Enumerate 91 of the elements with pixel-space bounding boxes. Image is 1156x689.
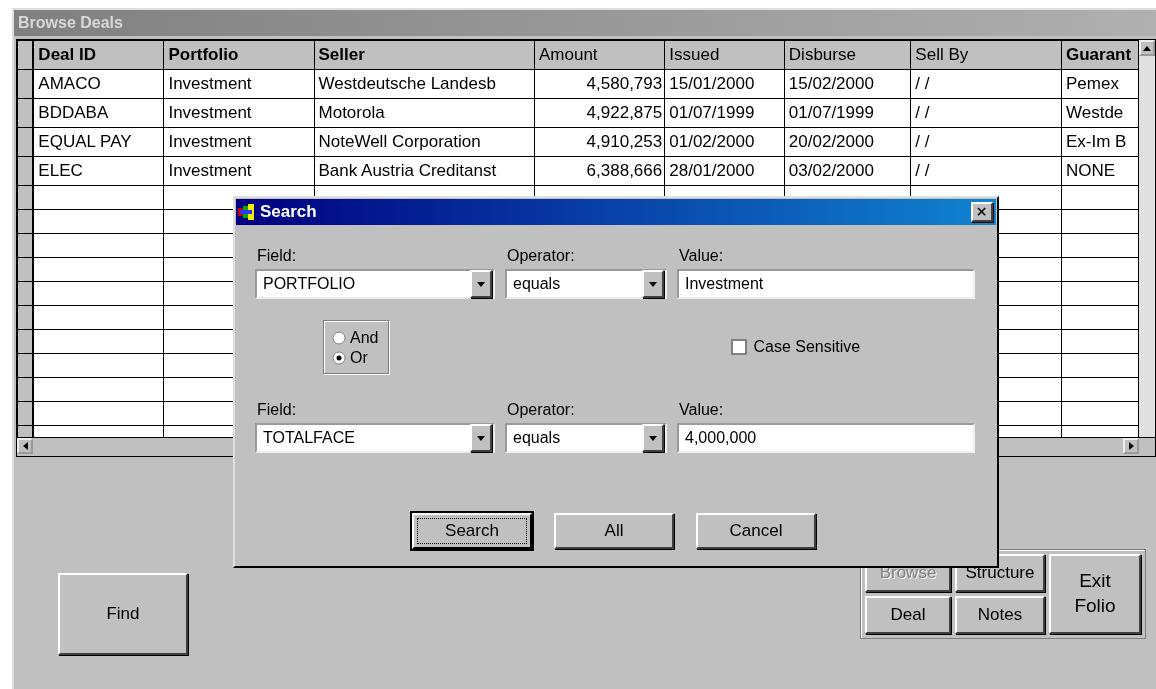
exit-folio-button[interactable]: Exit Folio — [1049, 554, 1141, 634]
table-cell: NoteWell Corporation — [314, 127, 535, 157]
row-selector[interactable] — [17, 329, 34, 354]
row-selector[interactable] — [17, 69, 34, 99]
table-cell: / / — [910, 69, 1062, 99]
row-selector[interactable] — [17, 401, 34, 426]
table-cell: Motorola — [314, 98, 535, 128]
table-cell: Investment — [163, 69, 314, 99]
table-cell: 4,910,253 — [534, 127, 665, 157]
table-cell: Bank Austria Creditanst — [314, 156, 535, 186]
close-icon[interactable] — [971, 202, 993, 222]
dialog-button[interactable]: All — [554, 513, 674, 549]
row-selector[interactable] — [17, 377, 34, 402]
vertical-scrollbar[interactable] — [1139, 40, 1155, 437]
table-cell: / / — [910, 127, 1062, 157]
table-cell: Westde — [1061, 98, 1139, 128]
row-selector[interactable] — [17, 127, 34, 157]
field-dropdown[interactable]: PORTFOLIO — [255, 269, 495, 299]
field-label: Field: — [256, 246, 298, 266]
column-header[interactable]: Sell By — [910, 40, 1062, 70]
column-header[interactable]: Seller — [314, 40, 535, 70]
operator-label: Operator: — [506, 246, 576, 266]
dialog-button[interactable]: Cancel — [696, 513, 816, 549]
app-logo-icon — [238, 204, 256, 220]
table-cell: / / — [910, 98, 1062, 128]
value-input[interactable]: 4,000,000 — [677, 423, 975, 453]
find-button[interactable]: Find — [58, 573, 188, 655]
table-cell: / / — [910, 156, 1062, 186]
value-label: Value: — [678, 400, 725, 420]
window-title: Browse Deals — [14, 10, 1156, 36]
operator-label: Operator: — [506, 400, 576, 420]
row-selector[interactable] — [17, 257, 34, 282]
radio-button[interactable] — [332, 331, 346, 345]
table-cell: Pemex — [1061, 69, 1139, 99]
table-cell: 01/07/1999 — [664, 98, 785, 128]
table-cell: Investment — [163, 156, 314, 186]
table-cell: 15/01/2000 — [664, 69, 785, 99]
scroll-up-icon[interactable] — [1139, 40, 1155, 56]
table-cell: Investment — [163, 127, 314, 157]
dialog-title: Search — [260, 202, 317, 222]
table-cell: 4,922,875 — [534, 98, 665, 128]
value-label: Value: — [678, 246, 725, 266]
table-cell: 03/02/2000 — [784, 156, 911, 186]
table-cell: EQUAL PAY — [33, 127, 164, 157]
column-header[interactable]: Disburse — [784, 40, 911, 70]
table-cell: Westdeutsche Landesb — [314, 69, 535, 99]
table-cell: BDDABA — [33, 98, 164, 128]
table-cell: 20/02/2000 — [784, 127, 911, 157]
table-cell: 01/02/2000 — [664, 127, 785, 157]
dialog-button[interactable]: Search — [412, 513, 532, 549]
column-header[interactable]: Amount — [534, 40, 665, 70]
row-selector[interactable] — [17, 185, 34, 210]
dropdown-button[interactable] — [642, 270, 664, 298]
dropdown-button[interactable] — [470, 270, 492, 298]
table-cell: 4,580,793 — [534, 69, 665, 99]
dropdown-button[interactable] — [642, 424, 664, 452]
dropdown-button[interactable] — [470, 424, 492, 452]
table-cell: 15/02/2000 — [784, 69, 911, 99]
table-cell: 01/07/1999 — [784, 98, 911, 128]
radio-label[interactable]: Or — [350, 349, 368, 367]
table-cell: NONE — [1061, 156, 1139, 186]
scroll-left-icon[interactable] — [17, 438, 33, 454]
column-header[interactable]: Guarant — [1061, 40, 1139, 70]
nav-button[interactable]: Deal — [865, 596, 951, 634]
row-selector[interactable] — [17, 209, 34, 234]
column-header[interactable]: Deal ID — [33, 40, 164, 70]
nav-button[interactable]: Notes — [955, 596, 1045, 634]
row-selector[interactable] — [17, 98, 34, 128]
scroll-right-icon[interactable] — [1123, 438, 1139, 454]
operator-dropdown[interactable]: equals — [505, 423, 667, 453]
row-selector[interactable] — [17, 156, 34, 186]
operator-dropdown[interactable]: equals — [505, 269, 667, 299]
radio-button[interactable] — [332, 351, 346, 365]
column-header[interactable]: Portfolio — [163, 40, 314, 70]
row-selector[interactable] — [17, 281, 34, 306]
row-selector[interactable] — [17, 305, 34, 330]
checkbox-label[interactable]: Case Sensitive — [753, 338, 861, 356]
table-cell: Ex-Im B — [1061, 127, 1139, 157]
row-selector[interactable] — [17, 233, 34, 258]
table-cell: Investment — [163, 98, 314, 128]
table-cell: ELEC — [33, 156, 164, 186]
table-cell: AMACO — [33, 69, 164, 99]
table-cell: 6,388,666 — [534, 156, 665, 186]
field-label: Field: — [256, 400, 298, 420]
table-cell: 28/01/2000 — [664, 156, 785, 186]
value-input[interactable]: Investment — [677, 269, 975, 299]
case-sensitive-checkbox[interactable] — [731, 339, 748, 355]
radio-label[interactable]: And — [350, 329, 379, 347]
field-dropdown[interactable]: TOTALFACE — [255, 423, 495, 453]
column-header[interactable]: Issued — [664, 40, 785, 70]
row-selector[interactable] — [17, 353, 34, 378]
